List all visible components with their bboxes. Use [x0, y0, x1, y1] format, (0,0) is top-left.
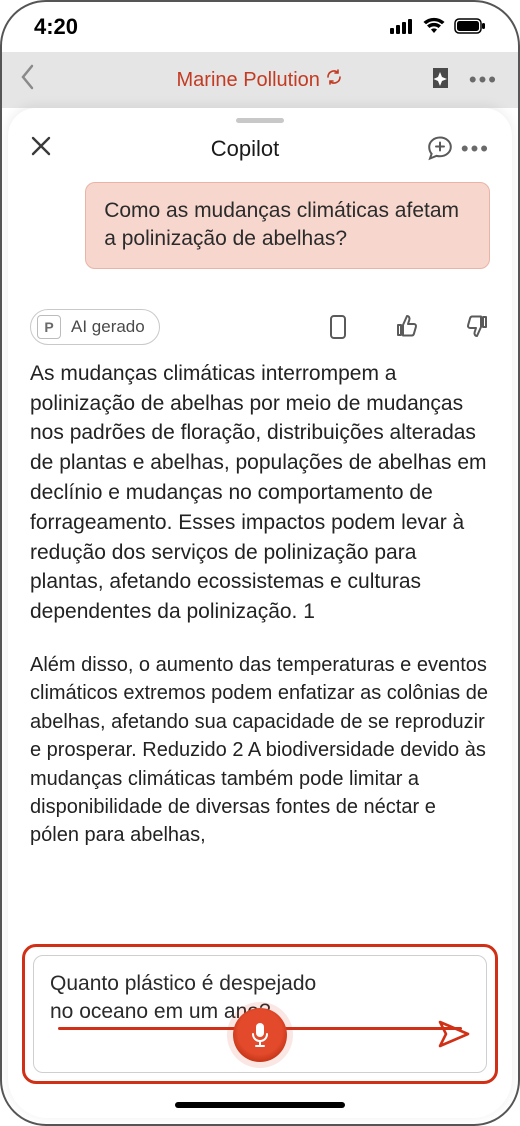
home-indicator[interactable] [175, 1102, 345, 1108]
copy-button[interactable] [326, 313, 350, 341]
ai-paragraph: As mudanças climáticas interrompem a pol… [30, 359, 490, 627]
thumbs-up-button[interactable] [394, 313, 420, 341]
copilot-sheet: Copilot ••• Como as mudanças climáticas … [8, 108, 512, 1118]
thumbs-down-button[interactable] [464, 313, 490, 341]
ai-generated-badge: P AI gerado [30, 309, 160, 345]
ai-response-text: As mudanças climáticas interrompem a pol… [30, 359, 490, 850]
sync-icon [325, 68, 343, 92]
sheet-title: Copilot [70, 136, 420, 162]
ai-paragraph: Além disso, o aumento das temperaturas e… [30, 651, 490, 850]
ai-badge-label: AI gerado [71, 317, 145, 337]
send-icon [438, 1020, 470, 1048]
cellular-icon [390, 14, 414, 40]
device-frame: 4:20 Marine Pollution ••• [0, 0, 520, 1126]
wifi-icon [422, 14, 446, 40]
background-more-icon: ••• [469, 67, 498, 93]
background-app-header: Marine Pollution ••• [2, 52, 518, 108]
mic-button[interactable] [233, 1008, 287, 1062]
status-indicators [390, 14, 486, 40]
copilot-spark-icon [426, 64, 456, 99]
scroll-fade [8, 1078, 512, 1118]
sheet-more-button[interactable]: ••• [460, 136, 490, 162]
input-controls [34, 1008, 486, 1062]
status-bar: 4:20 [2, 2, 518, 52]
status-time: 4:20 [34, 14, 78, 40]
user-message: Como as mudanças climáticas afetam a pol… [85, 182, 490, 269]
chat-input[interactable]: Quanto plástico é despejado no oceano em… [33, 955, 487, 1073]
input-highlight-frame: Quanto plástico é despejado no oceano em… [22, 944, 498, 1084]
send-button[interactable] [438, 1020, 470, 1048]
ai-response-header: P AI gerado [30, 309, 490, 345]
battery-icon [454, 14, 486, 40]
mic-icon [249, 1021, 271, 1049]
close-button[interactable] [30, 133, 70, 164]
new-chat-button[interactable] [420, 134, 460, 164]
ai-response-actions [326, 313, 490, 341]
sheet-handle[interactable] [236, 118, 284, 123]
source-badge-icon: P [37, 315, 61, 339]
sheet-header: Copilot ••• [8, 127, 512, 178]
